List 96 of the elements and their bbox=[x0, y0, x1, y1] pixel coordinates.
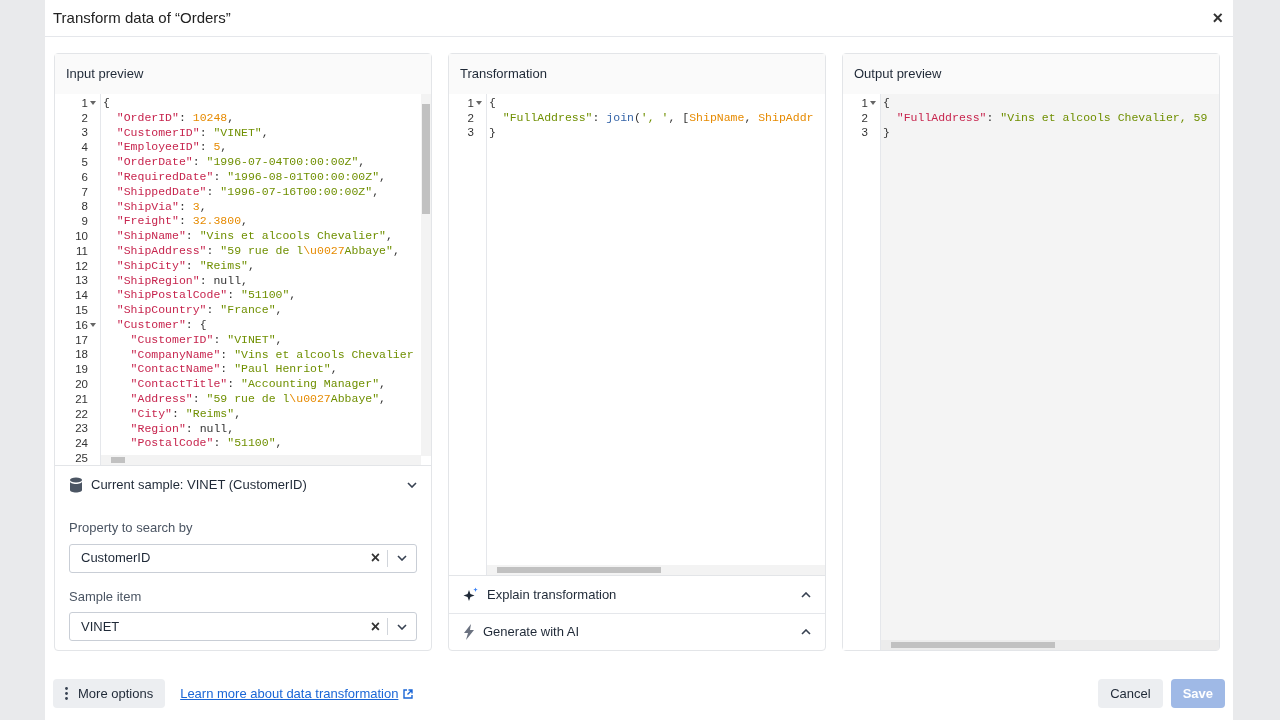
chevron-icon[interactable] bbox=[397, 555, 407, 561]
code-line: "ShipVia": 3, bbox=[115, 199, 207, 213]
chevron-icon bbox=[407, 482, 417, 488]
line-number: 8 bbox=[81, 199, 88, 215]
sparkle-icon bbox=[463, 586, 479, 603]
line-number: 10 bbox=[75, 228, 88, 244]
line-number: 12 bbox=[75, 258, 88, 274]
line-number: 2 bbox=[467, 110, 474, 126]
line-number: 17 bbox=[75, 332, 88, 348]
field-label: Sample item bbox=[69, 587, 143, 606]
line-number: 7 bbox=[81, 184, 88, 200]
code-line: { bbox=[489, 96, 496, 109]
external-link-icon bbox=[403, 688, 414, 699]
line-number: 6 bbox=[81, 169, 88, 185]
line-number: 1 bbox=[81, 95, 88, 111]
line-number: 18 bbox=[75, 347, 88, 363]
select-field[interactable]: VINET × bbox=[69, 612, 417, 641]
panel-title: Output preview bbox=[854, 65, 942, 84]
close-button[interactable]: × bbox=[1212, 9, 1223, 27]
line-number: 20 bbox=[75, 376, 88, 392]
code-line: } bbox=[489, 125, 496, 139]
code-line: "ContactTitle": "Accounting Manager", bbox=[129, 377, 386, 391]
line-number: 1 bbox=[861, 95, 868, 111]
accordion-header[interactable]: Generate with AI bbox=[449, 613, 825, 650]
fold-caret-icon[interactable] bbox=[476, 101, 482, 106]
code-line: "OrderID": 10248, bbox=[115, 110, 235, 124]
code-line: { bbox=[103, 96, 110, 109]
dialog-title: Transform data of “Orders” bbox=[53, 7, 231, 28]
code-line: "Address": "59 rue de l\u0027Abbaye", bbox=[129, 391, 386, 405]
fold-caret-icon[interactable] bbox=[90, 101, 96, 106]
line-number: 3 bbox=[467, 125, 474, 141]
code-line: "RequiredDate": "1996-08-01T00:00:00Z", bbox=[115, 170, 386, 183]
chevron-icon bbox=[801, 591, 811, 598]
line-number: 2 bbox=[861, 110, 868, 126]
field-label: Property to search by bbox=[69, 519, 194, 537]
code-line: "Region": null, bbox=[129, 421, 235, 435]
cancel-button[interactable]: Cancel bbox=[1098, 679, 1163, 708]
line-number: 24 bbox=[75, 436, 88, 452]
database-icon bbox=[69, 477, 83, 493]
learn-more-link[interactable]: Learn more about data transformation bbox=[180, 683, 399, 704]
horizontal-scrollbar[interactable] bbox=[101, 455, 421, 465]
clear-icon[interactable]: × bbox=[363, 618, 387, 635]
code-line: "OrderDate": "1996-07-04T00:00:00Z", bbox=[115, 155, 366, 169]
line-number: 1 bbox=[467, 95, 474, 111]
code-line: "ShipRegion": null, bbox=[115, 273, 248, 287]
fold-caret-icon[interactable] bbox=[870, 101, 876, 106]
chevron-icon bbox=[801, 629, 811, 635]
code-line: "ShipCountry": "France", bbox=[115, 303, 283, 317]
code-line: "FullAddress": join(', ', [ShipName, ShipAddr bbox=[501, 110, 814, 124]
line-number: 22 bbox=[75, 406, 88, 422]
code-line: "ShipName": "Vins et alcools Chevalier", bbox=[115, 229, 393, 243]
code-line: "FullAddress": "Vins et alcools Chevalier, 59 bbox=[895, 110, 1208, 124]
chevron-icon[interactable] bbox=[397, 623, 407, 630]
code-line: "PostalCode": "51100", bbox=[129, 436, 283, 450]
line-number: 11 bbox=[76, 243, 88, 259]
code-line: "ShipPostalCode": "51100", bbox=[115, 288, 297, 302]
line-number: 2 bbox=[81, 110, 88, 126]
horizontal-scrollbar[interactable] bbox=[487, 565, 825, 575]
code-line: "ContactName": "Paul Henriot", bbox=[129, 362, 338, 376]
more-vertical-icon bbox=[65, 687, 68, 700]
line-number: 3 bbox=[81, 125, 88, 141]
line-number: 4 bbox=[81, 140, 88, 156]
code-line: "CustomerID": "VINET", bbox=[129, 332, 283, 346]
line-number: 21 bbox=[75, 391, 88, 407]
vertical-scrollbar[interactable] bbox=[421, 94, 431, 456]
panel-title: Transformation bbox=[460, 65, 547, 84]
more-options-button[interactable]: More options bbox=[53, 679, 166, 708]
line-number: 25 bbox=[75, 450, 88, 465]
line-number: 14 bbox=[75, 288, 88, 304]
panel-title: Input preview bbox=[66, 65, 144, 84]
line-number: 19 bbox=[75, 362, 88, 378]
code-line: "ShipCity": "Reims", bbox=[115, 258, 255, 272]
clear-icon[interactable]: × bbox=[363, 550, 387, 566]
code-line: { bbox=[883, 96, 890, 109]
code-line: "Freight": 32.3800, bbox=[115, 214, 248, 228]
lightning-bolt-icon bbox=[463, 624, 475, 640]
select-field[interactable]: CustomerID × bbox=[69, 543, 417, 573]
code-line: "ShipAddress": "59 rue de l\u0027Abbaye", bbox=[115, 243, 400, 257]
code-line: "EmployeeID": 5, bbox=[115, 140, 228, 154]
code-line: "ShippedDate": "1996-07-16T00:00:00Z", bbox=[115, 184, 380, 198]
current-sample-toggle[interactable]: Current sample: VINET (CustomerID) bbox=[55, 466, 431, 504]
line-number: 13 bbox=[75, 273, 88, 289]
line-number: 16 bbox=[75, 317, 88, 333]
code-line: "CustomerID": "VINET", bbox=[115, 125, 269, 139]
line-number: 9 bbox=[81, 214, 88, 230]
horizontal-scrollbar[interactable] bbox=[881, 640, 1219, 650]
line-number: 23 bbox=[75, 421, 88, 437]
code-line: } bbox=[883, 125, 890, 139]
line-number: 15 bbox=[75, 302, 88, 318]
accordion-header[interactable]: Explain transformation bbox=[449, 576, 825, 613]
line-number: 5 bbox=[81, 154, 88, 170]
code-line: "Customer": { bbox=[115, 317, 207, 331]
line-number: 3 bbox=[861, 125, 868, 141]
code-line: "City": "Reims", bbox=[129, 406, 242, 420]
code-line: "CompanyName": "Vins et alcools Chevalier bbox=[129, 347, 414, 361]
fold-caret-icon[interactable] bbox=[90, 323, 96, 328]
